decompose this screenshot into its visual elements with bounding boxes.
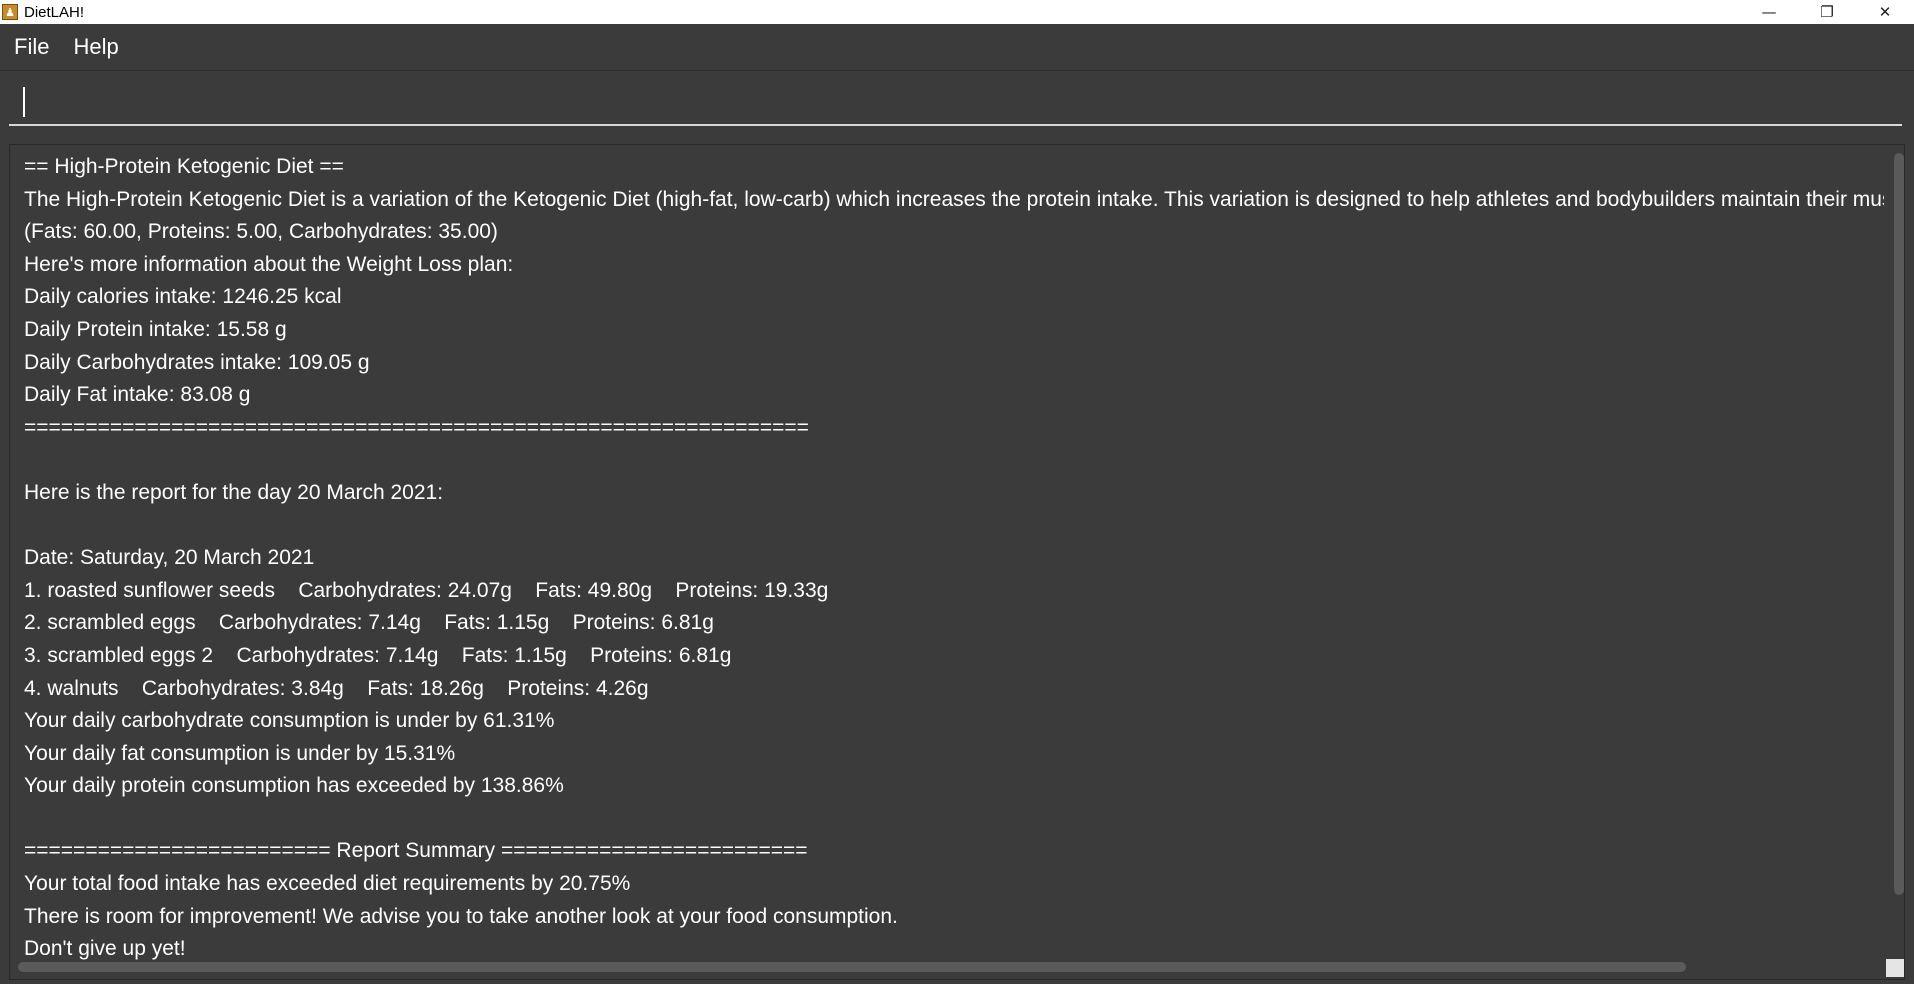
result-text: == High-Protein Ketogenic Diet == The Hig… [24,151,1884,966]
maximize-button[interactable]: ❐ [1798,0,1856,24]
result-line: There is room for improvement! We advise… [24,904,898,928]
scroll-corner [1886,959,1904,977]
horizontal-scrollbar[interactable] [18,962,1686,972]
result-line: Here is the report for the day 20 March … [24,480,444,504]
command-box[interactable] [9,78,1902,126]
vertical-scrollbar[interactable] [1894,153,1904,895]
result-line: ========================================… [24,415,809,439]
minimize-icon: — [1761,3,1777,21]
result-display[interactable]: == High-Protein Ketogenic Diet == The Hig… [9,144,1905,980]
app-icon: ♟ [2,4,18,20]
restore-icon: ❐ [1820,3,1834,21]
result-line: The High-Protein Ketogenic Diet is a var… [24,187,1884,211]
menu-help[interactable]: Help [73,34,118,60]
command-input[interactable] [9,78,1902,124]
result-line: Daily Fat intake: 83.08 g [24,383,251,407]
result-line: Your daily fat consumption is under by 1… [24,741,456,765]
result-line [24,803,1884,836]
result-line: Daily Carbohydrates intake: 109.05 g [24,350,370,374]
result-line: Here's more information about the Weight… [24,252,514,276]
result-line: Your daily carbohydrate consumption is u… [24,709,555,733]
result-line: 4. walnuts Carbohydrates: 3.84g Fats: 18… [24,676,649,700]
close-icon: ✕ [1878,3,1892,21]
result-line: 1. roasted sunflower seeds Carbohydrates… [24,578,829,602]
result-line: Daily Protein intake: 15.58 g [24,317,287,341]
title-bar: ♟ DietLAH! — ❐ ✕ [0,0,1914,24]
window-title: DietLAH! [24,3,85,21]
result-line: (Fats: 60.00, Proteins: 5.00, Carbohydra… [24,220,498,244]
result-line: Your total food intake has exceeded diet… [24,872,631,896]
result-line: Daily calories intake: 1246.25 kcal [24,285,342,309]
result-line [24,510,1884,543]
result-line [24,444,1884,477]
result-line: Your daily protein consumption has excee… [24,774,564,798]
minimize-button[interactable]: — [1740,0,1798,24]
result-line: ========================= Report Summary… [24,839,808,863]
close-button[interactable]: ✕ [1856,0,1914,24]
result-line: 2. scrambled eggs Carbohydrates: 7.14g F… [24,611,714,635]
menu-bar: File Help [0,24,1914,71]
menu-file[interactable]: File [14,34,49,60]
result-line: == High-Protein Ketogenic Diet == [24,155,344,178]
result-line: Date: Saturday, 20 March 2021 [24,546,315,570]
window-controls: — ❐ ✕ [1740,0,1914,24]
text-caret [23,87,25,117]
result-line: 3. scrambled eggs 2 Carbohydrates: 7.14g… [24,643,732,667]
result-line: Don't give up yet! [24,937,186,961]
